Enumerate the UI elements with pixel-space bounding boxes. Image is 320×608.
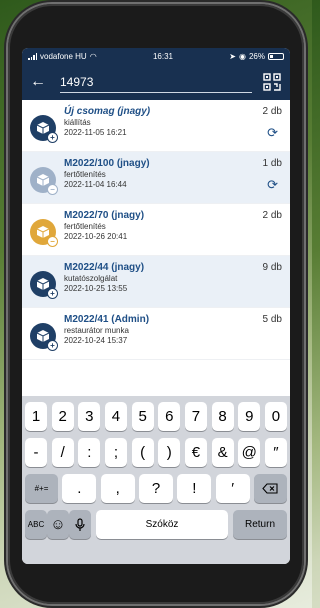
- key-symbol[interactable]: &: [211, 438, 234, 467]
- package-purpose: kutatószolgálat: [64, 274, 118, 283]
- sync-icon[interactable]: ⟳: [246, 177, 278, 193]
- qr-scan-icon[interactable]: [262, 72, 282, 92]
- key-digit[interactable]: 0: [264, 402, 287, 431]
- key-symbol[interactable]: ): [158, 438, 181, 467]
- item-count: 1 db: [262, 158, 282, 169]
- package-icon: +: [30, 323, 58, 351]
- key-digit[interactable]: 1: [25, 402, 47, 431]
- carrier-label: vodafone HU: [40, 51, 87, 61]
- keyboard-row-numbers: 1234567890: [25, 402, 287, 431]
- keyboard-row-symbols: - /:;() € & @ ″: [25, 438, 287, 467]
- package-purpose: fertőtlenítés: [64, 222, 106, 231]
- key-symbol[interactable]: /: [51, 438, 74, 467]
- package-title: M2022/41 (Admin): [64, 314, 150, 325]
- package-badge-icon: −: [47, 236, 58, 247]
- abc-key[interactable]: ABC: [25, 510, 47, 539]
- app-bar: ← 14973: [22, 64, 290, 100]
- list-item[interactable]: − M2022/70 (jnagy) fertőtlenítés 2022-10…: [22, 204, 290, 256]
- key-symbol[interactable]: -: [25, 438, 47, 467]
- search-input[interactable]: 14973: [60, 71, 252, 93]
- clock: 16:31: [152, 51, 173, 61]
- package-icon: +: [30, 271, 58, 299]
- package-icon: −: [30, 219, 58, 247]
- package-title: M2022/70 (jnagy): [64, 210, 145, 221]
- item-count: 9 db: [262, 262, 282, 273]
- package-date: 2022-10-25 13:55: [64, 284, 128, 293]
- key-digit[interactable]: 8: [211, 402, 234, 431]
- package-date: 2022-10-26 20:41: [64, 232, 128, 241]
- sync-icon[interactable]: ⟳: [246, 125, 278, 141]
- item-count: 2 db: [262, 210, 282, 221]
- battery-percent: 26%: [248, 51, 265, 61]
- key-symbol[interactable]: (: [131, 438, 154, 467]
- phone-frame: vodafone HU ◠ 16:31 ➤ ◉ 26% ← 14973 + Új…: [8, 4, 304, 604]
- return-key[interactable]: Return: [233, 510, 287, 539]
- space-key[interactable]: Szóköz: [96, 510, 228, 539]
- key-digit[interactable]: 4: [104, 402, 127, 431]
- status-bar: vodafone HU ◠ 16:31 ➤ ◉ 26%: [22, 48, 290, 64]
- item-count: 2 db: [262, 106, 282, 117]
- key-punctuation[interactable]: .: [62, 474, 97, 503]
- key-digit[interactable]: 9: [238, 402, 261, 431]
- microphone-icon[interactable]: [69, 510, 91, 539]
- package-date: 2022-10-24 15:37: [64, 336, 128, 345]
- list-item[interactable]: + M2022/44 (jnagy) kutatószolgálat 2022-…: [22, 256, 290, 308]
- package-badge-icon: +: [47, 288, 58, 299]
- package-icon: −: [30, 167, 58, 195]
- signal-icon: [28, 52, 37, 60]
- package-badge-icon: −: [47, 184, 58, 195]
- key-digit[interactable]: 3: [78, 402, 101, 431]
- key-symbol[interactable]: €: [184, 438, 207, 467]
- list-item[interactable]: − M2022/100 (jnagy) fertőtlenítés 2022-1…: [22, 152, 290, 204]
- package-title: M2022/100 (jnagy): [64, 158, 150, 169]
- keyboard-row-bottom: ABC ☺ Szóköz Return: [25, 510, 287, 539]
- package-date: 2022-11-04 16:44: [64, 180, 127, 189]
- keyboard: 1234567890 - /:;() € & @ ″ #+=.,?! ′ ABC ☺ Szó…: [22, 396, 290, 564]
- key-punctuation[interactable]: !: [177, 474, 212, 503]
- list-item[interactable]: + Új csomag (jnagy) kiállítás 2022-11-05…: [22, 100, 290, 152]
- symbols-toggle-key[interactable]: #+=: [25, 474, 58, 503]
- key-symbol[interactable]: :: [78, 438, 101, 467]
- key-digit[interactable]: 6: [158, 402, 181, 431]
- item-count: 5 db: [262, 314, 282, 325]
- package-badge-icon: +: [47, 132, 58, 143]
- wifi-icon: ◠: [89, 51, 97, 61]
- package-title: Új csomag (jnagy): [64, 106, 151, 117]
- key-punctuation[interactable]: ?: [138, 474, 173, 503]
- battery-icon: [267, 52, 284, 60]
- key-punctuation[interactable]: ′: [215, 474, 250, 503]
- package-purpose: kiállítás: [64, 118, 91, 127]
- location-icon: ➤: [229, 51, 236, 61]
- app-screen: vodafone HU ◠ 16:31 ➤ ◉ 26% ← 14973 + Új…: [22, 48, 290, 564]
- package-date: 2022-11-05 16:21: [64, 128, 127, 137]
- backspace-icon[interactable]: [253, 474, 287, 503]
- package-badge-icon: +: [47, 340, 58, 351]
- key-symbol[interactable]: @: [238, 438, 261, 467]
- keyboard-row-punct: #+=.,?! ′: [25, 474, 287, 503]
- key-symbol[interactable]: ″: [264, 438, 287, 467]
- key-digit[interactable]: 2: [51, 402, 74, 431]
- package-purpose: fertőtlenítés: [64, 170, 106, 179]
- package-title: M2022/44 (jnagy): [64, 262, 145, 273]
- package-purpose: restaurátor munka: [64, 326, 129, 335]
- back-arrow-icon[interactable]: ←: [30, 74, 50, 90]
- emoji-icon[interactable]: ☺: [47, 510, 69, 539]
- package-icon: +: [30, 115, 58, 143]
- key-symbol[interactable]: ;: [104, 438, 127, 467]
- package-list: + Új csomag (jnagy) kiállítás 2022-11-05…: [22, 100, 290, 360]
- list-item[interactable]: + M2022/41 (Admin) restaurátor munka 202…: [22, 308, 290, 360]
- key-digit[interactable]: 7: [184, 402, 207, 431]
- key-digit[interactable]: 5: [131, 402, 154, 431]
- key-punctuation[interactable]: ,: [100, 474, 135, 503]
- alarm-icon: ◉: [238, 51, 246, 61]
